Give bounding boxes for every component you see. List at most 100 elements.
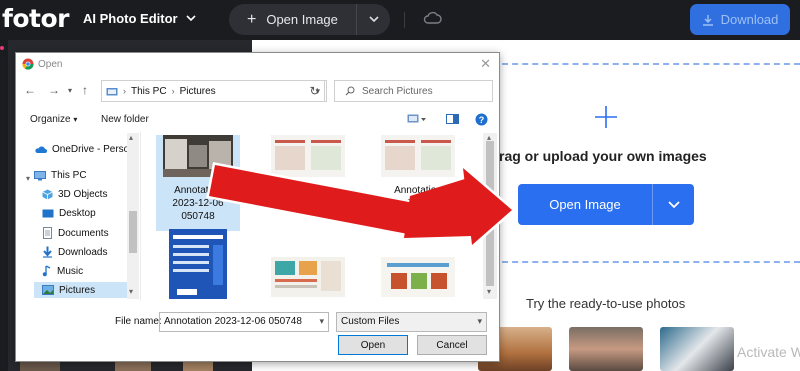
file-name-line: 052817 <box>401 198 435 209</box>
file-name-input[interactable]: Annotation 2023-12-06 050748 ▾ <box>159 312 329 332</box>
search-box[interactable]: Search Pictures <box>334 80 493 102</box>
left-strip <box>0 40 8 371</box>
open-image-label: Open Image <box>518 184 653 225</box>
dialog-navigation: ← → ▾ ↑ › This PC › Pictures ▾ ↻ Search … <box>16 79 499 103</box>
nav-item-downloads[interactable]: Downloads <box>42 246 107 258</box>
scroll-down-icon[interactable]: ▾ <box>487 287 491 296</box>
file-item[interactable]: Annotation 052817 <box>376 135 460 231</box>
product-menu[interactable]: AI Photo Editor <box>83 11 196 26</box>
download-icon <box>702 14 713 26</box>
file-item[interactable] <box>376 257 460 301</box>
file-thumbnail <box>271 257 345 297</box>
close-icon[interactable]: ✕ <box>480 56 491 72</box>
back-arrow-icon[interactable]: ← <box>24 83 36 97</box>
notification-dot <box>0 46 4 50</box>
nav-item-desktop[interactable]: Desktop <box>42 208 96 219</box>
nav-item-label: 3D Objects <box>58 189 108 200</box>
file-list-scroll-thumb[interactable] <box>486 141 494 286</box>
nav-item-label: This PC <box>51 170 87 181</box>
pictures-icon <box>42 285 54 295</box>
file-item[interactable]: Annotation 2023-12-06 050748 <box>156 135 240 231</box>
preview-pane-icon[interactable] <box>446 113 459 128</box>
forward-arrow-icon[interactable]: → <box>48 83 60 97</box>
fotor-logo[interactable]: fotor <box>2 4 70 33</box>
open-button[interactable]: Open <box>338 335 408 355</box>
nav-item-pictures[interactable]: Pictures <box>34 282 129 298</box>
dialog-titlebar[interactable]: Open ✕ <box>16 53 499 75</box>
file-name-line: 2023-12-06 <box>282 185 334 196</box>
app-topbar: fotor AI Photo Editor + Open Image Downl… <box>0 0 800 40</box>
chevron-down-icon <box>186 15 196 22</box>
file-type-value: Custom Files <box>341 316 400 327</box>
open-image-dropdown[interactable] <box>357 16 390 23</box>
up-arrow-icon[interactable]: ↑ <box>82 83 88 97</box>
file-thumbnail <box>163 135 233 177</box>
file-name-label: File name: <box>115 316 162 327</box>
organize-menu[interactable]: Organize ▾ <box>30 114 77 125</box>
chrome-icon <box>22 58 34 70</box>
scroll-down-icon[interactable]: ▾ <box>129 287 133 296</box>
open-image-dropdown-button[interactable] <box>653 184 694 225</box>
help-icon[interactable]: ? <box>475 113 488 129</box>
recent-locations-icon[interactable]: ▾ <box>68 86 72 95</box>
onedrive-icon <box>35 146 47 153</box>
cancel-button[interactable]: Cancel <box>417 335 487 355</box>
nav-item-label: OneDrive - Person <box>52 144 135 155</box>
nav-item-3d-objects[interactable]: 3D Objects <box>42 189 107 200</box>
folder-icon <box>106 87 118 95</box>
file-name-line: 050748 <box>181 211 215 222</box>
template-thumbnail[interactable] <box>183 362 213 371</box>
expand-arrow-icon[interactable]: ▾ <box>26 174 30 183</box>
new-folder-button[interactable]: New folder <box>101 114 149 125</box>
chevron-down-icon <box>368 16 379 23</box>
breadcrumb-pictures[interactable]: Pictures <box>180 86 216 97</box>
chevron-down-icon[interactable]: ▾ <box>319 316 324 327</box>
download-button[interactable]: Download <box>690 4 790 35</box>
nav-item-documents[interactable]: Documents <box>42 227 109 239</box>
plus-icon: + <box>247 10 257 28</box>
nav-item-label: Documents <box>58 227 109 239</box>
music-icon <box>42 265 51 277</box>
template-thumbnail[interactable] <box>115 362 151 371</box>
open-image-top-button[interactable]: + Open Image <box>229 4 390 35</box>
organize-label: Organize <box>30 114 71 125</box>
template-thumbnail[interactable] <box>20 362 60 371</box>
svg-text:?: ? <box>479 115 485 125</box>
scroll-up-icon[interactable]: ▴ <box>487 133 491 142</box>
nav-item-this-pc[interactable]: This PC <box>34 170 87 181</box>
file-name-line: Annotation <box>394 185 442 196</box>
cloud-icon[interactable] <box>423 11 442 25</box>
nav-item-label: Downloads <box>58 246 108 258</box>
nav-item-onedrive[interactable]: OneDrive - Person <box>34 144 135 155</box>
file-item[interactable] <box>266 257 350 301</box>
dialog-toolbar: Organize ▾ New folder ? <box>16 110 499 130</box>
search-icon <box>345 86 355 96</box>
toolbar-divider <box>404 12 405 28</box>
sample-photo-street[interactable] <box>660 327 734 371</box>
view-options-icon[interactable] <box>407 113 427 128</box>
address-bar[interactable]: › This PC › Pictures ▾ <box>101 80 325 102</box>
refresh-icon[interactable]: ↻ <box>303 80 327 102</box>
nav-item-label: Desktop <box>59 208 96 219</box>
sample-photos-heading: Try the ready-to-use photos <box>526 296 686 311</box>
navigation-scroll-thumb[interactable] <box>129 211 137 253</box>
file-item[interactable]: 2023-12-06 052254 <box>266 135 350 231</box>
dialog-footer: File name: Annotation 2023-12-06 050748 … <box>16 305 499 363</box>
open-image-button[interactable]: Open Image <box>518 184 694 225</box>
file-thumbnail <box>271 135 345 177</box>
sample-photo-portrait[interactable] <box>569 327 643 371</box>
dialog-title: Open <box>38 59 63 70</box>
activate-windows-watermark: Activate W <box>737 344 800 360</box>
breadcrumb-this-pc[interactable]: This PC <box>131 86 167 97</box>
product-menu-label: AI Photo Editor <box>83 11 178 26</box>
scroll-up-icon[interactable]: ▴ <box>129 133 133 142</box>
file-thumbnail <box>381 257 455 297</box>
chevron-down-icon: ▾ <box>477 316 482 326</box>
navigation-pane: OneDrive - Person ▾ This PC 3D Objects D… <box>16 131 140 301</box>
nav-item-music[interactable]: Music <box>42 265 83 277</box>
file-item[interactable] <box>156 229 240 301</box>
download-label: Download <box>720 12 779 27</box>
3d-objects-icon <box>42 189 53 200</box>
file-name-line: 052254 <box>291 198 325 209</box>
file-type-select[interactable]: Custom Files ▾ <box>336 312 487 332</box>
